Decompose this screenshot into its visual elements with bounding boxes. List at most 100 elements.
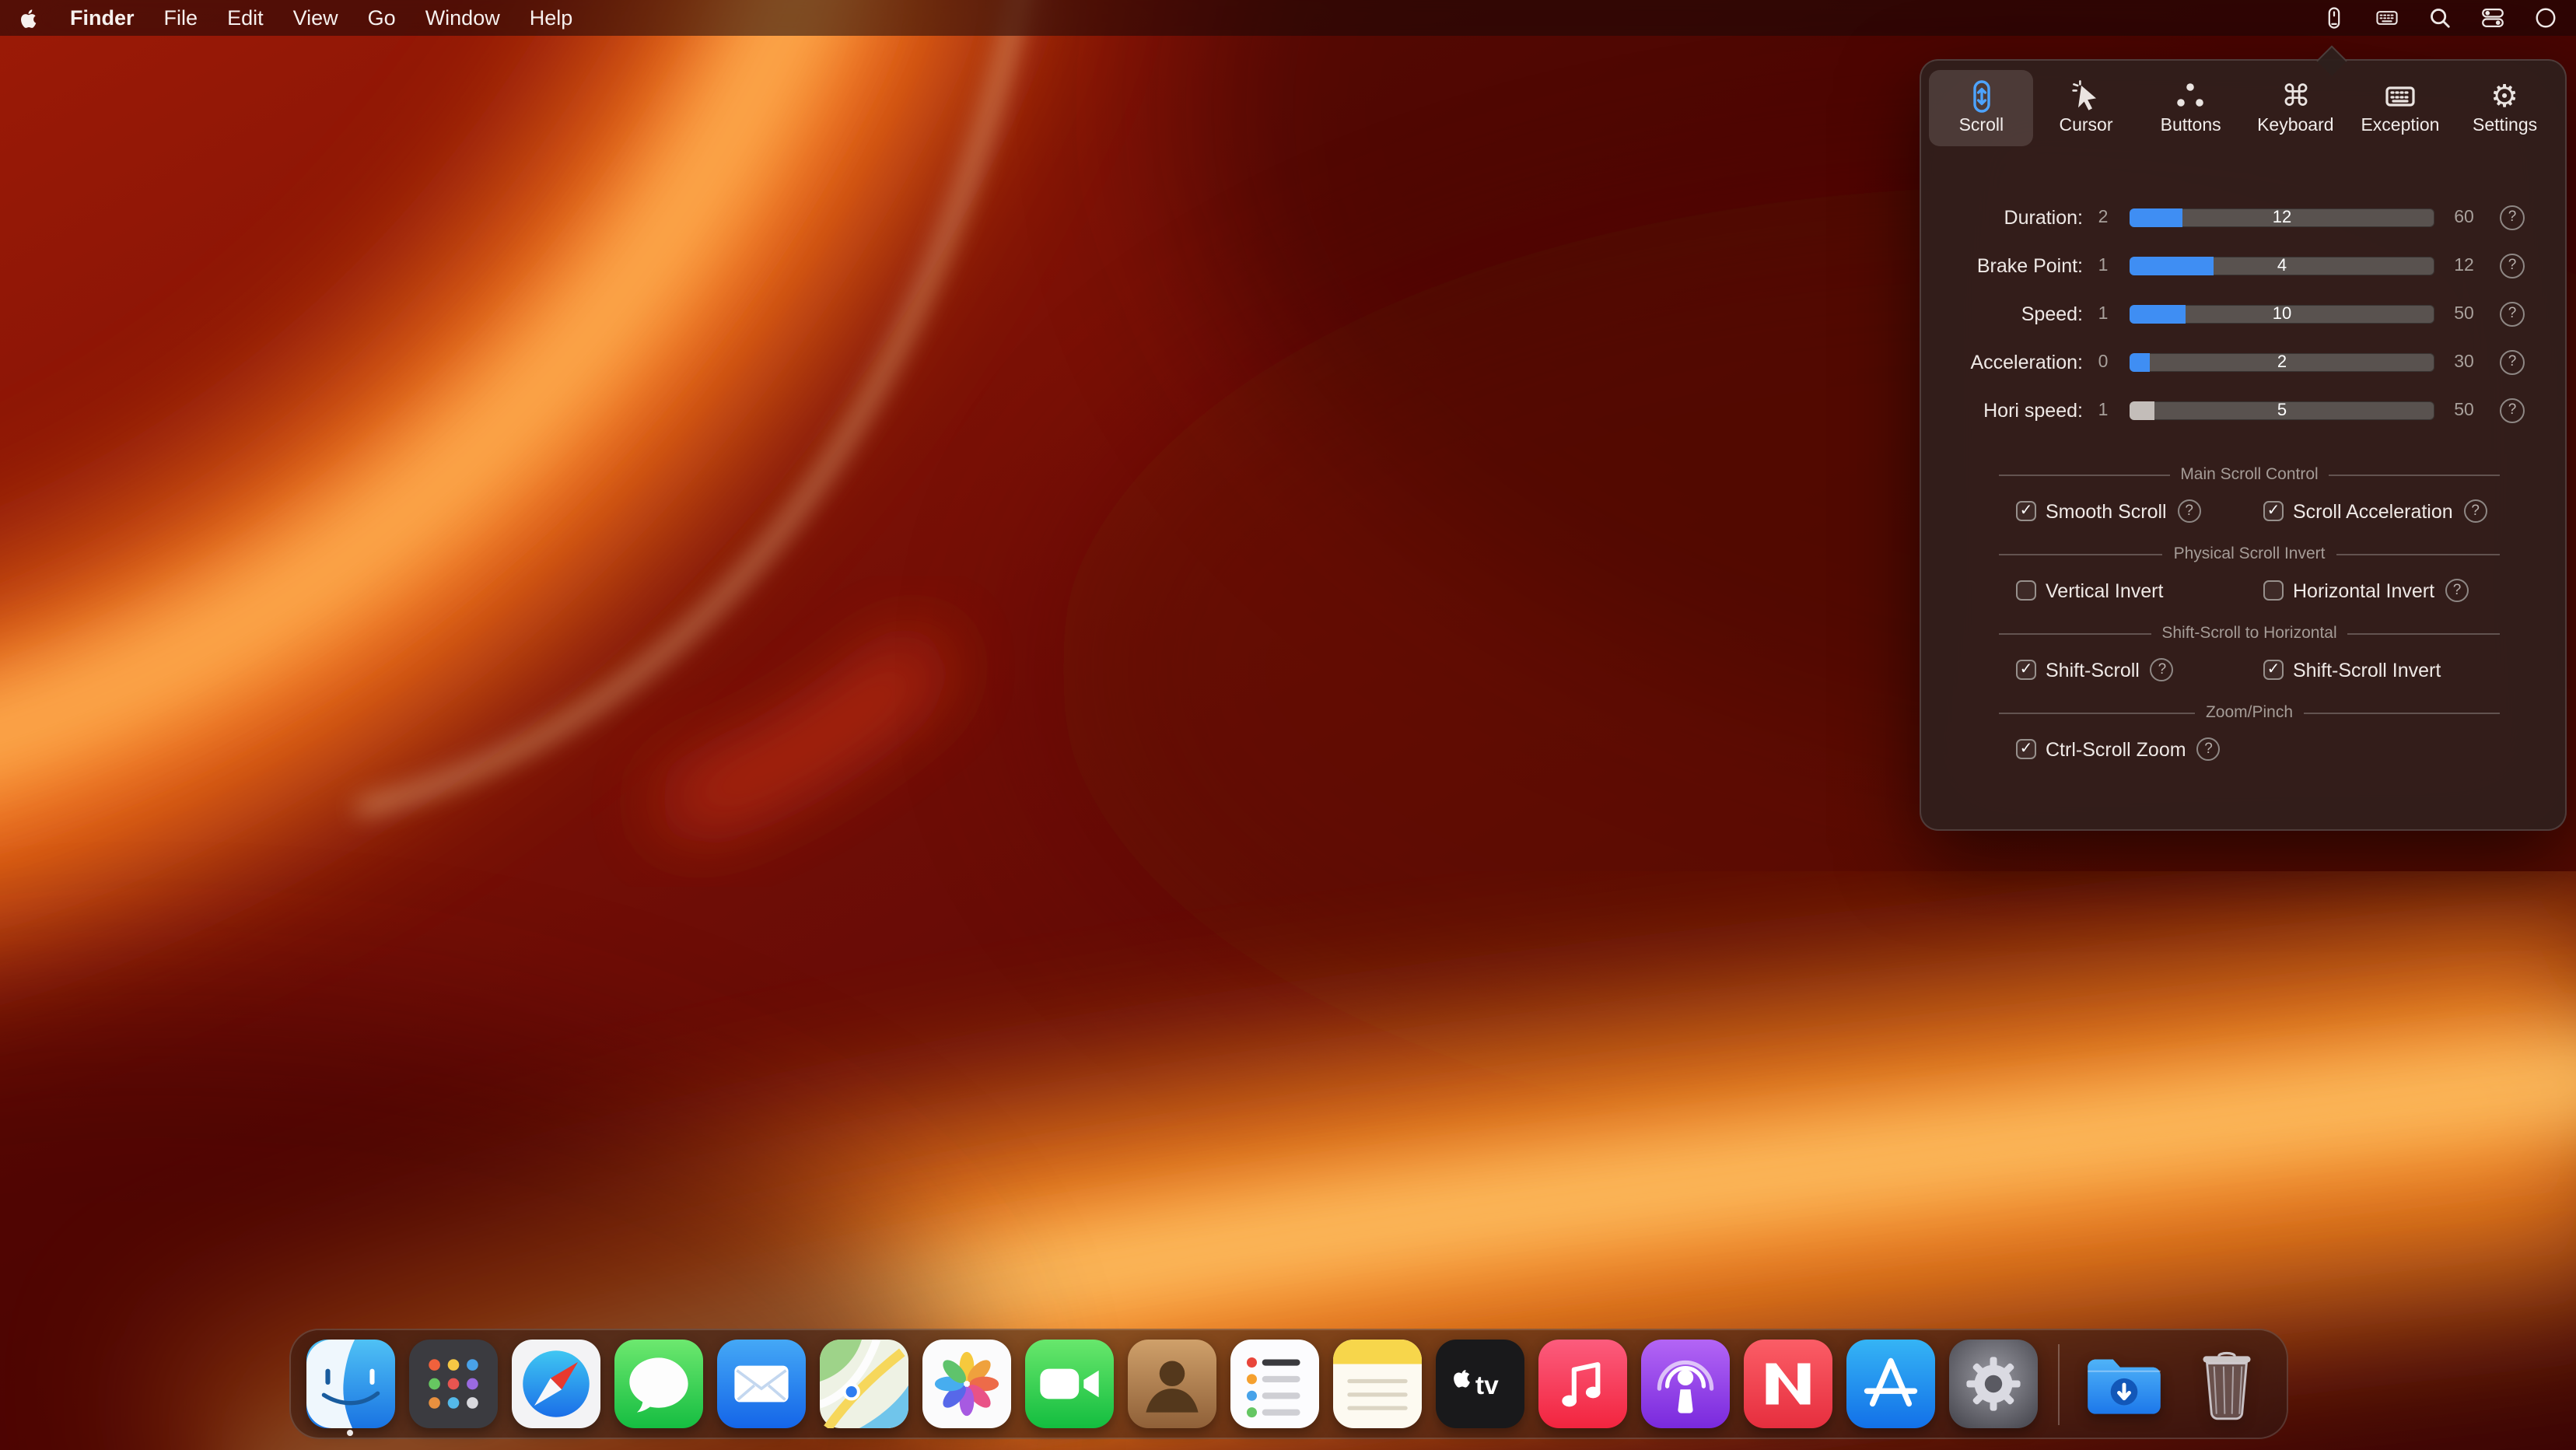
- brake-point-slider[interactable]: 4: [2130, 256, 2434, 275]
- section-header-zoom-pinch: Zoom/Pinch: [1999, 703, 2500, 722]
- checkbox-smooth-scroll[interactable]: ✓ Smooth Scroll?: [2016, 499, 2263, 523]
- checkbox-box[interactable]: ✓: [2016, 660, 2036, 680]
- menu-edit[interactable]: Edit: [227, 6, 264, 30]
- divider-line: [2348, 632, 2500, 634]
- help-icon[interactable]: ?: [2500, 349, 2525, 374]
- checkbox-box[interactable]: [2016, 580, 2036, 601]
- checkbox-shift-scroll[interactable]: ✓Shift-Scroll?: [2016, 658, 2263, 681]
- checkbox-shift-scroll-invert[interactable]: ✓ Shift-Scroll Invert: [2263, 659, 2441, 681]
- apple-menu-icon[interactable]: [19, 7, 40, 29]
- section-header-shift-scroll-to-horizontal: Shift-Scroll to Horizontal: [1999, 624, 2500, 643]
- menubar: Finder File Edit View Go Window Help: [0, 0, 2576, 36]
- slider-min-value: 1: [2083, 401, 2123, 419]
- help-icon[interactable]: ?: [2178, 499, 2201, 523]
- dock-item-facetime[interactable]: [1024, 1340, 1113, 1428]
- divider-line: [1999, 474, 2169, 475]
- dock-item-settings[interactable]: [1948, 1340, 2037, 1428]
- acceleration-slider[interactable]: 2: [2130, 352, 2434, 371]
- menu-window[interactable]: Window: [425, 6, 500, 30]
- help-icon[interactable]: ?: [2500, 301, 2525, 326]
- dock-item-notes[interactable]: [1332, 1340, 1421, 1428]
- dock-item-photos[interactable]: [922, 1340, 1010, 1428]
- hori-speed-slider[interactable]: 5: [2130, 401, 2434, 419]
- tab-exception[interactable]: Exception: [2348, 70, 2453, 146]
- help-icon[interactable]: ?: [2500, 205, 2525, 229]
- dock-item-launchpad[interactable]: [408, 1340, 497, 1428]
- tab-label: Scroll: [1959, 117, 2004, 135]
- slider-label: Speed:: [1921, 303, 2083, 324]
- tab-settings[interactable]: ⚙Settings: [2452, 70, 2557, 146]
- menu-help[interactable]: Help: [530, 6, 573, 30]
- slider-value: 5: [2130, 401, 2434, 419]
- dock-item-messages[interactable]: [614, 1340, 702, 1428]
- section-title: Shift-Scroll to Horizontal: [2161, 624, 2336, 643]
- checkbox-box[interactable]: ✓: [2016, 501, 2036, 521]
- dock-item-podcasts[interactable]: [1640, 1340, 1729, 1428]
- checkbox-row: Vertical InvertHorizontal Invert?: [2016, 579, 2565, 602]
- checkbox-box[interactable]: ✓: [2263, 501, 2284, 521]
- dock-item-trash[interactable]: [2182, 1340, 2270, 1428]
- slider-label: Acceleration:: [1921, 351, 2083, 373]
- brake-point-slider-row: Brake Point:1412?: [1921, 241, 2565, 289]
- slider-min-value: 2: [2083, 208, 2123, 226]
- tab-label: Settings: [2473, 117, 2537, 135]
- dock-item-news[interactable]: [1743, 1340, 1832, 1428]
- checkbox-box[interactable]: ✓: [2016, 739, 2036, 759]
- dock-item-appstore[interactable]: [1846, 1340, 1934, 1428]
- spotlight-icon[interactable]: [2428, 6, 2452, 30]
- scroll-icon: [1964, 79, 1998, 114]
- control-center-icon[interactable]: [2481, 6, 2504, 30]
- checkbox-label: Smooth Scroll: [2046, 500, 2167, 522]
- dock-item-contacts[interactable]: [1127, 1340, 1216, 1428]
- keyboard-icon[interactable]: [2375, 6, 2399, 30]
- dock-item-tv[interactable]: tv: [1435, 1340, 1524, 1428]
- dock-item-safari[interactable]: [511, 1340, 600, 1428]
- duration-slider-row: Duration:21260?: [1921, 193, 2565, 241]
- dock-item-music[interactable]: [1538, 1340, 1626, 1428]
- user-circle-icon[interactable]: [2534, 6, 2557, 30]
- tab-label: Keyboard: [2257, 117, 2333, 135]
- slider-label: Brake Point:: [1921, 254, 2083, 276]
- checkbox-label: Shift-Scroll Invert: [2293, 659, 2441, 681]
- dock-item-reminders[interactable]: [1230, 1340, 1318, 1428]
- dock-item-downloads[interactable]: [2079, 1340, 2168, 1428]
- checkbox-scroll-acceleration[interactable]: ✓Scroll Acceleration?: [2263, 499, 2487, 523]
- cursor-icon: [2069, 79, 2103, 114]
- slider-max-value: 60: [2441, 208, 2487, 226]
- help-icon[interactable]: ?: [2500, 253, 2525, 278]
- duration-slider[interactable]: 12: [2130, 208, 2434, 226]
- checkbox-vertical-invert[interactable]: Vertical Invert: [2016, 580, 2263, 601]
- menu-go[interactable]: Go: [368, 6, 396, 30]
- divider-line: [2336, 553, 2500, 555]
- checkbox-ctrl-scroll-zoom[interactable]: ✓ Ctrl-Scroll Zoom?: [2016, 737, 2221, 761]
- acceleration-slider-row: Acceleration:0230?: [1921, 338, 2565, 386]
- mos-mouse-icon[interactable]: [2322, 6, 2346, 30]
- tab-scroll[interactable]: Scroll: [1929, 70, 2034, 146]
- svg-text:tv: tv: [1475, 1371, 1498, 1400]
- divider-line: [1999, 553, 2163, 555]
- checkbox-box[interactable]: ✓: [2263, 660, 2284, 680]
- tab-label: Cursor: [2059, 117, 2112, 135]
- dock-item-mail[interactable]: [716, 1340, 805, 1428]
- help-icon[interactable]: ?: [2464, 499, 2487, 523]
- help-icon[interactable]: ?: [2197, 737, 2221, 761]
- tab-label: Buttons: [2161, 117, 2221, 135]
- checkbox-box[interactable]: [2263, 580, 2284, 601]
- exception-icon: [2383, 79, 2417, 114]
- help-icon[interactable]: ?: [2151, 658, 2174, 681]
- tab-buttons[interactable]: Buttons: [2138, 70, 2243, 146]
- checkbox-label: Ctrl-Scroll Zoom: [2046, 738, 2186, 760]
- dock-item-finder[interactable]: [306, 1340, 394, 1428]
- speed-slider[interactable]: 10: [2130, 304, 2434, 323]
- tab-cursor[interactable]: Cursor: [2034, 70, 2139, 146]
- help-icon[interactable]: ?: [2500, 398, 2525, 422]
- menubar-app-name[interactable]: Finder: [70, 6, 135, 30]
- menu-view[interactable]: View: [293, 6, 338, 30]
- divider-line: [2304, 712, 2500, 713]
- menu-file[interactable]: File: [164, 6, 198, 30]
- checkbox-horizontal-invert[interactable]: Horizontal Invert?: [2263, 579, 2469, 602]
- dock-separator: [2057, 1343, 2059, 1424]
- tab-keyboard[interactable]: ⌘Keyboard: [2243, 70, 2348, 146]
- help-icon[interactable]: ?: [2445, 579, 2469, 602]
- dock-item-maps[interactable]: [819, 1340, 908, 1428]
